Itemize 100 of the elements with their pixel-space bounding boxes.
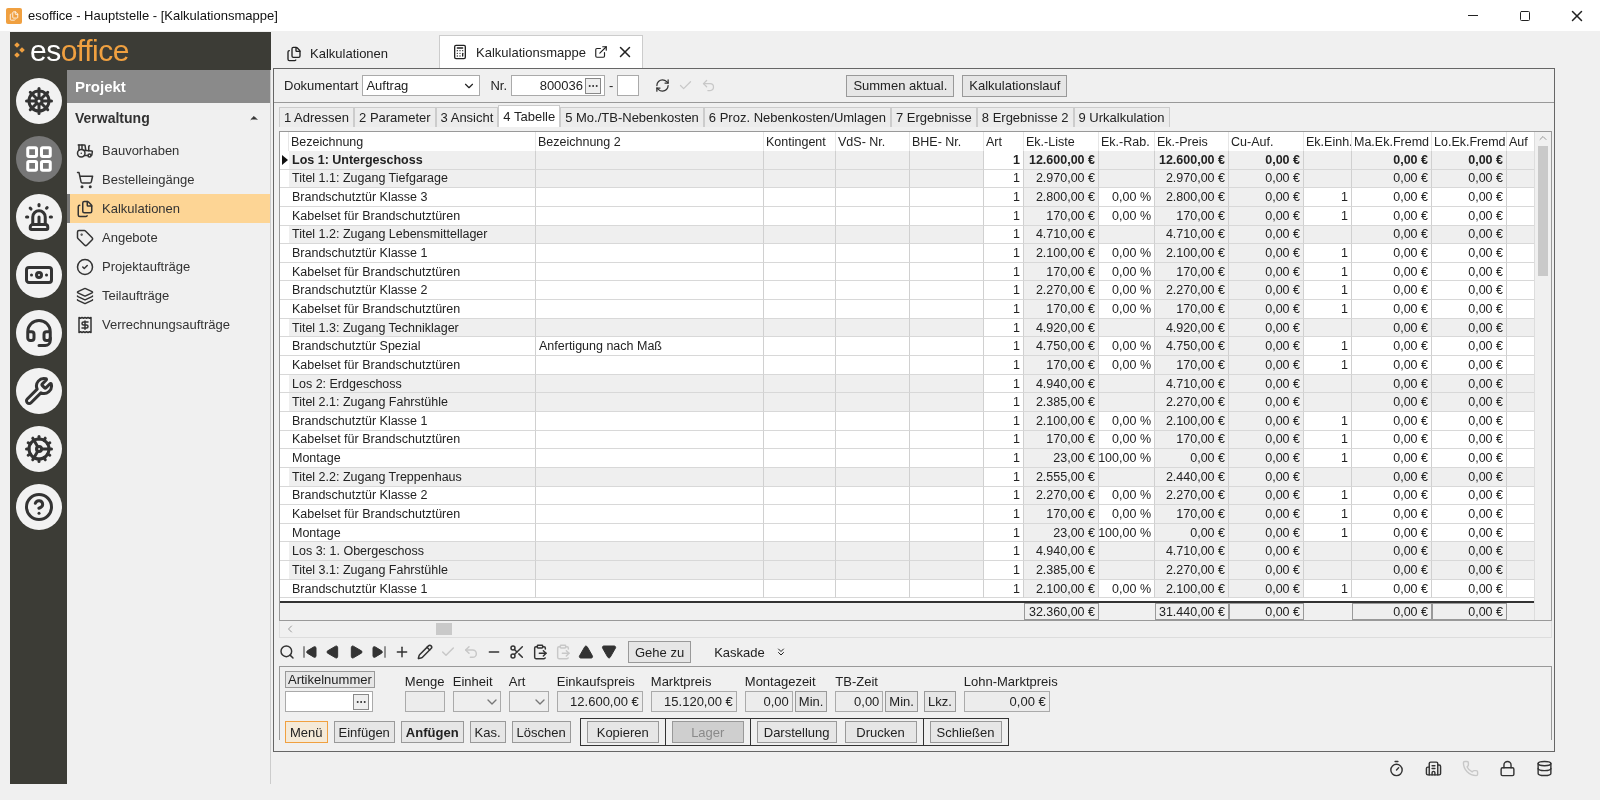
lookup-icon[interactable]	[353, 693, 369, 710]
next-icon[interactable]	[348, 644, 364, 660]
module-button[interactable]	[15, 368, 62, 414]
lookup-icon[interactable]	[585, 77, 602, 94]
input-field[interactable]: 15.120,00 €	[650, 691, 737, 712]
column-header[interactable]: Ek.-Preis	[1155, 132, 1229, 151]
lock-icon[interactable]	[1499, 759, 1516, 777]
scissors-icon[interactable]	[509, 644, 525, 660]
module-button[interactable]	[15, 426, 62, 472]
input-field[interactable]	[404, 691, 445, 712]
article-number-field[interactable]	[285, 691, 373, 712]
column-header[interactable]: Cu-Auf.	[1229, 132, 1304, 151]
first-icon[interactable]	[302, 644, 318, 660]
action-button[interactable]: Drucken	[844, 721, 917, 743]
section-tab[interactable]: 4 Tabelle	[498, 105, 561, 127]
goto-button[interactable]: Gehe zu	[628, 641, 692, 663]
nav-item[interactable]: Teilaufträge	[67, 281, 270, 310]
action-button[interactable]: Löschen	[511, 721, 571, 743]
nav-item[interactable]: Bestelleingänge	[67, 165, 270, 194]
article-number-button[interactable]: Artikelnummer	[285, 671, 375, 688]
nav-item[interactable]: Projektaufträge	[67, 252, 270, 281]
up-triangle-icon[interactable]	[578, 644, 594, 660]
horizontal-scrollbar[interactable]	[279, 621, 1552, 638]
pencil-icon[interactable]	[417, 644, 433, 660]
action-button[interactable]: Summen aktual.	[846, 74, 955, 97]
table-cell: 4.750,00 €	[1155, 337, 1229, 357]
action-button[interactable]: Kalkulationslauf	[962, 74, 1068, 97]
column-header[interactable]: Lo.Ek.Fremd	[1432, 132, 1507, 151]
plus-icon[interactable]	[394, 644, 410, 660]
table-cell: 0,00 €	[1229, 151, 1304, 170]
number-field[interactable]: 800036	[511, 75, 606, 96]
unit-button[interactable]: Min.	[794, 691, 828, 712]
module-button[interactable]	[15, 136, 62, 182]
siren-icon	[23, 202, 54, 232]
table-cell: 0,00 %	[1099, 244, 1155, 263]
unit-button[interactable]: Lkz.	[923, 691, 956, 712]
column-header[interactable]: Art	[984, 132, 1024, 151]
refresh-icon[interactable]	[655, 78, 671, 93]
input-field[interactable]: 0,00 €	[963, 691, 1050, 712]
table-cell: 0,00 €	[1432, 300, 1507, 319]
column-header[interactable]: Ek.Einh.	[1304, 132, 1352, 151]
cascade-button[interactable]: Kaskade	[708, 643, 793, 661]
unit-button[interactable]: Min.	[885, 691, 918, 712]
column-header[interactable]: Kontingent	[764, 132, 836, 151]
building-icon[interactable]	[1425, 759, 1442, 777]
column-header[interactable]: Bezeichnung 2	[536, 132, 764, 151]
document-tab[interactable]: Kalkulationsmappe	[439, 35, 643, 68]
table-cell: 0,00 €	[1229, 393, 1304, 412]
module-button[interactable]	[15, 484, 62, 530]
last-icon[interactable]	[371, 644, 387, 660]
section-tab[interactable]: 3 Ansicht	[435, 107, 499, 127]
table-cell: 0,00 €	[1352, 393, 1432, 412]
module-button[interactable]	[15, 194, 62, 240]
action-button[interactable]: Menü	[285, 721, 328, 743]
column-header[interactable]: VdS- Nr.	[836, 132, 910, 151]
suffix-field[interactable]	[617, 75, 640, 96]
section-tab[interactable]: 9 Urkalkulation	[1073, 107, 1170, 127]
column-header[interactable]: BHE- Nr.	[910, 132, 984, 151]
cart-icon	[76, 170, 94, 189]
section-tab[interactable]: 5 Mo./TB-Nebenkosten	[560, 107, 704, 127]
column-header[interactable]: Ek.-Liste	[1024, 132, 1099, 151]
input-field[interactable]: 0,00	[744, 691, 793, 712]
nav-item[interactable]: Angebote	[67, 223, 270, 252]
section-tab[interactable]: 1 Adressen	[279, 107, 355, 127]
section-tab[interactable]: 2 Parameter	[354, 107, 436, 127]
stopwatch-icon[interactable]	[1388, 759, 1405, 777]
column-header[interactable]: Ma.Ek.Fremd	[1352, 132, 1432, 151]
previous-icon[interactable]	[325, 644, 341, 660]
action-button[interactable]: Anfügen	[400, 721, 464, 743]
column-header[interactable]: Ek.-Rab.	[1099, 132, 1155, 151]
module-button[interactable]	[15, 310, 62, 356]
column-header[interactable]: Bezeichnung	[289, 132, 536, 151]
action-button[interactable]: Einfügen	[333, 721, 395, 743]
section-tab[interactable]: 7 Ergebnisse	[890, 107, 977, 127]
action-button[interactable]: Schließen	[929, 721, 1002, 743]
scroll-thumb[interactable]	[436, 623, 452, 635]
module-button[interactable]	[15, 252, 62, 298]
document-tab[interactable]: Kalkulationen	[273, 38, 398, 68]
action-button[interactable]: Kopieren	[586, 721, 659, 743]
input-field[interactable]: 0,00	[835, 691, 884, 712]
table-cell: Brandschutztür Klasse 2	[289, 281, 536, 301]
nav-section[interactable]: Verwaltung	[67, 103, 270, 133]
scroll-thumb[interactable]	[1538, 146, 1548, 276]
module-button[interactable]	[15, 78, 62, 124]
section-tab[interactable]: 8 Ergebnisse 2	[976, 107, 1074, 127]
table-cell: 2.270,00 €	[1155, 393, 1229, 412]
section-tab[interactable]: 6 Proz. Nebenkosten/Umlagen	[703, 107, 891, 127]
input-field[interactable]: 12.600,00 €	[556, 691, 643, 712]
document-type-dropdown[interactable]: Auftrag	[362, 75, 481, 96]
nav-item[interactable]: Bauvorhaben	[67, 136, 270, 165]
nav-item[interactable]: Verrechnungsaufträge	[67, 310, 270, 339]
action-button[interactable]: Darstellung	[756, 721, 837, 743]
table-cell: 0,00 %	[1099, 505, 1155, 524]
action-button[interactable]: Kas.	[469, 721, 506, 743]
down-triangle-icon[interactable]	[601, 644, 617, 660]
nav-item[interactable]: Kalkulationen	[67, 194, 270, 223]
search-icon[interactable]	[279, 644, 295, 660]
paste-icon[interactable]	[532, 644, 548, 660]
vertical-scrollbar[interactable]	[1534, 132, 1551, 620]
database-icon[interactable]	[1536, 759, 1553, 777]
